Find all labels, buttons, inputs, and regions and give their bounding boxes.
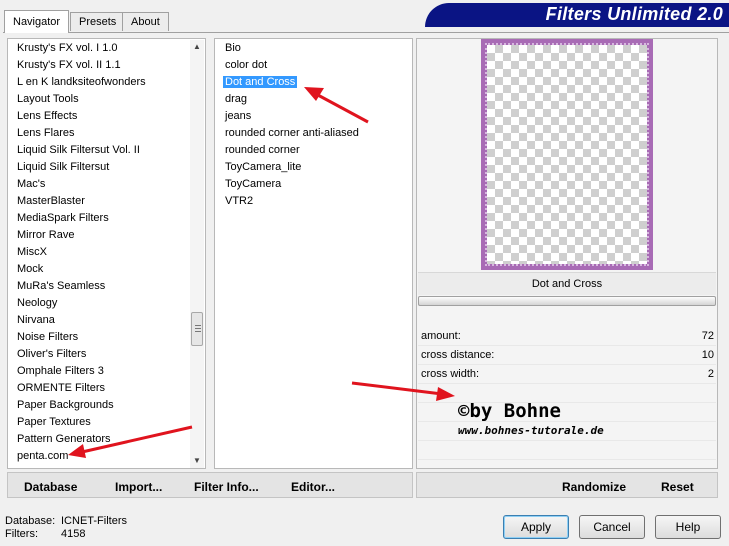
annotation-arrows — [68, 87, 455, 458]
arrow-to-filter-icon — [304, 87, 369, 124]
arrow-to-category-icon — [68, 425, 193, 458]
arrow-to-watermark-icon — [351, 381, 455, 401]
tab-navigator[interactable]: Navigator — [4, 10, 70, 33]
